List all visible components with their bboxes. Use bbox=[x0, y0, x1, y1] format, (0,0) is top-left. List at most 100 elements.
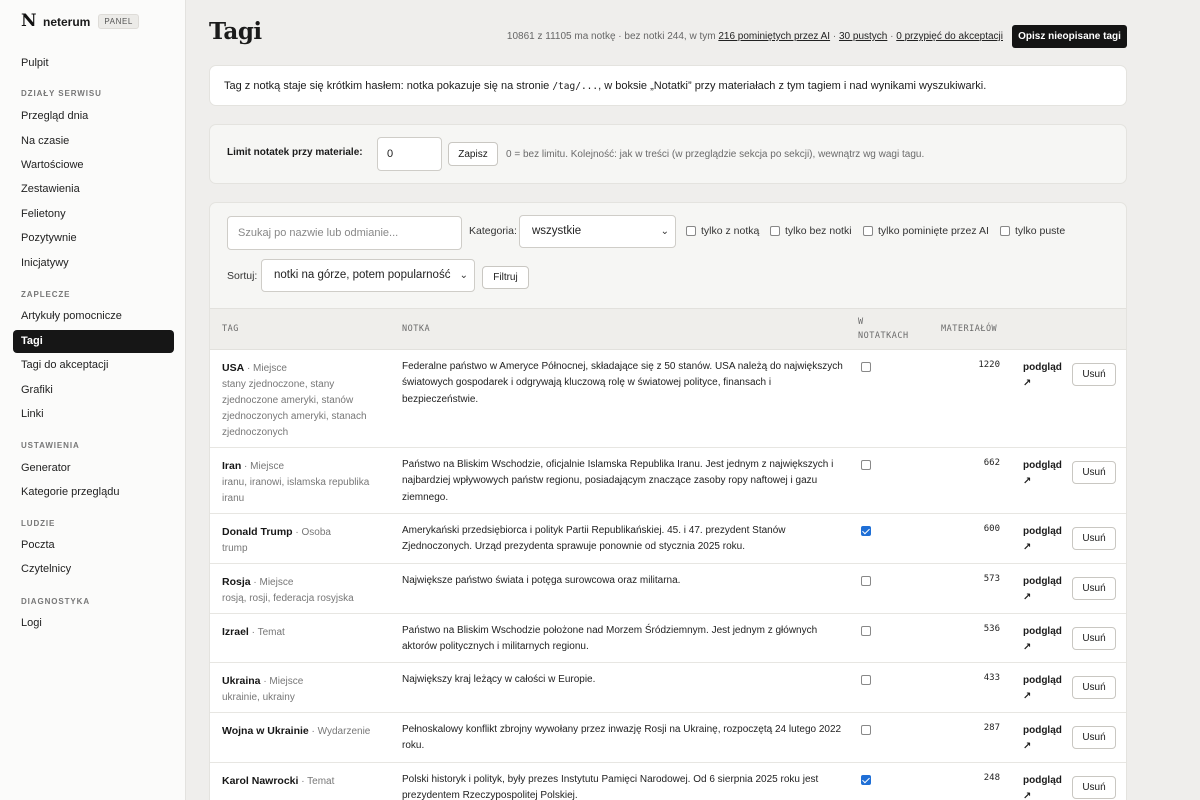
preview-link[interactable]: podgląd ↗ bbox=[1023, 673, 1062, 705]
external-link-icon: ↗ bbox=[1023, 642, 1032, 653]
stats-pending-link[interactable]: 0 przypięć do akceptacji bbox=[896, 31, 1003, 42]
preview-link[interactable]: podgląd ↗ bbox=[1023, 574, 1062, 606]
logo-icon: N bbox=[21, 11, 37, 31]
only-empty-checkbox[interactable] bbox=[1000, 226, 1010, 236]
preview-label: podgląd bbox=[1023, 576, 1062, 587]
delete-button[interactable]: Usuń bbox=[1072, 461, 1116, 484]
preview-link[interactable]: podgląd ↗ bbox=[1023, 458, 1062, 490]
tag-name[interactable]: Rosja bbox=[222, 576, 251, 588]
search-input[interactable]: Szukaj po nazwie lub odmianie... bbox=[227, 216, 462, 250]
tag-type: · Temat bbox=[301, 776, 335, 787]
in-notes-checkbox[interactable] bbox=[861, 725, 871, 735]
preview-link[interactable]: podgląd ↗ bbox=[1023, 624, 1062, 656]
panel-badge: PANEL bbox=[98, 14, 139, 29]
delete-button[interactable]: Usuń bbox=[1072, 627, 1116, 650]
category-select-value: wszystkie bbox=[532, 225, 582, 237]
nav-item-przeglad-dnia[interactable]: Przegląd dnia bbox=[13, 105, 174, 128]
stats-skipped-link[interactable]: 216 pominiętych przez AI bbox=[718, 31, 830, 42]
limit-save-button[interactable]: Zapisz bbox=[448, 142, 498, 166]
in-notes-checkbox[interactable] bbox=[861, 775, 871, 785]
tag-cell: Rosja · Miejsce rosją, rosji, federacja r… bbox=[222, 574, 377, 607]
filter-button[interactable]: Filtruj bbox=[482, 266, 529, 289]
stats-separator: · bbox=[890, 31, 894, 42]
tag-type: · Miejsce bbox=[263, 676, 304, 687]
in-notes-checkbox[interactable] bbox=[861, 675, 871, 685]
nav-item-generator[interactable]: Generator bbox=[13, 457, 174, 480]
brand[interactable]: N neterum PANEL bbox=[21, 13, 139, 30]
header-in-notes-2: NOTATKACH bbox=[858, 331, 909, 341]
nav-item-felietony[interactable]: Felietony bbox=[13, 203, 174, 226]
external-link-icon: ↗ bbox=[1023, 741, 1032, 752]
tag-name[interactable]: Ukraina bbox=[222, 675, 261, 687]
tag-name[interactable]: Wojna w Ukrainie bbox=[222, 725, 309, 737]
nav-item-poczta[interactable]: Poczta bbox=[13, 534, 174, 557]
sort-select-value: notki na górze, potem popularność bbox=[274, 269, 451, 281]
materials-count: 662 bbox=[983, 458, 1000, 468]
delete-button[interactable]: Usuń bbox=[1072, 527, 1116, 550]
materials-count: 536 bbox=[983, 624, 1000, 634]
in-notes-checkbox[interactable] bbox=[861, 626, 871, 636]
delete-button[interactable]: Usuń bbox=[1072, 676, 1116, 699]
tag-variants: stany zjednoczone, stany zjednoczone ame… bbox=[222, 379, 367, 438]
tag-name[interactable]: Iran bbox=[222, 460, 241, 472]
nav-item-wartosciowe[interactable]: Wartościowe bbox=[13, 154, 174, 177]
nav-item-inicjatywy[interactable]: Inicjatywy bbox=[13, 252, 174, 275]
tag-cell: Karol Nawrocki · Temat bbox=[222, 773, 377, 790]
nav-item-logi[interactable]: Logi bbox=[13, 612, 174, 635]
tag-name[interactable]: Donald Trump bbox=[222, 526, 293, 538]
preview-link[interactable]: podgląd ↗ bbox=[1023, 723, 1062, 755]
category-select[interactable]: wszystkie ⌄ bbox=[519, 215, 676, 248]
tag-cell: Donald Trump · Osoba trump bbox=[222, 524, 377, 557]
tag-cell: USA · Miejsce stany zjednoczone, stany zj… bbox=[222, 360, 377, 441]
only-with-note-checkbox[interactable] bbox=[686, 226, 696, 236]
info-card: Tag z notką staje się krótkim hasłem: no… bbox=[209, 65, 1127, 106]
tag-cell: Wojna w Ukrainie · Wydarzenie bbox=[222, 723, 377, 740]
tag-note: Państwo na Bliskim Wschodzie położone na… bbox=[402, 625, 818, 653]
limit-input[interactable]: 0 bbox=[377, 137, 442, 171]
only-skipped-ai-checkbox[interactable] bbox=[863, 226, 873, 236]
tag-variants: rosją, rosji, federacja rosyjska bbox=[222, 593, 354, 604]
table-row: Wojna w Ukrainie · Wydarzenie Pełnoskalow… bbox=[210, 713, 1126, 763]
preview-label: podgląd bbox=[1023, 775, 1062, 786]
delete-button[interactable]: Usuń bbox=[1072, 776, 1116, 799]
delete-button[interactable]: Usuń bbox=[1072, 577, 1116, 600]
table-row: USA · Miejsce stany zjednoczone, stany zj… bbox=[210, 350, 1126, 448]
nav-item-pulpit[interactable]: Pulpit bbox=[13, 52, 174, 75]
nav-item-linki[interactable]: Linki bbox=[13, 403, 174, 426]
tag-name[interactable]: USA bbox=[222, 362, 244, 374]
only-without-note-checkbox[interactable] bbox=[770, 226, 780, 236]
nav-item-czytelnicy[interactable]: Czytelnicy bbox=[13, 558, 174, 581]
tag-name[interactable]: Karol Nawrocki bbox=[222, 775, 298, 787]
materials-count: 248 bbox=[983, 773, 1000, 783]
stats-empty-link[interactable]: 30 pustych bbox=[839, 31, 887, 42]
tag-stats: 10861 z 11105 ma notkę · bez notki 244, … bbox=[507, 31, 1003, 42]
nav-item-na-czasie[interactable]: Na czasie bbox=[13, 130, 174, 153]
materials-count: 573 bbox=[983, 574, 1000, 584]
delete-button[interactable]: Usuń bbox=[1072, 726, 1116, 749]
sort-select[interactable]: notki na górze, potem popularność ⌄ bbox=[261, 259, 475, 292]
preview-link[interactable]: podgląd ↗ bbox=[1023, 773, 1062, 800]
tag-note: Pełnoskalowy konflikt zbrojny wywołany p… bbox=[402, 724, 842, 752]
in-notes-checkbox[interactable] bbox=[861, 460, 871, 470]
preview-link[interactable]: podgląd ↗ bbox=[1023, 524, 1062, 556]
delete-button[interactable]: Usuń bbox=[1072, 363, 1116, 386]
tag-note: Państwo na Bliskim Wschodzie, oficjalnie… bbox=[402, 459, 834, 503]
nav-item-tagi-do-akceptacji[interactable]: Tagi do akceptacji bbox=[13, 354, 174, 377]
page-title: Tagi bbox=[209, 18, 262, 45]
nav-item-kategorie-przegladu[interactable]: Kategorie przeglądu bbox=[13, 481, 174, 504]
tag-note: Największe państwo świata i potęga surow… bbox=[402, 575, 681, 586]
in-notes-checkbox[interactable] bbox=[861, 576, 871, 586]
nav-item-tagi[interactable]: Tagi bbox=[13, 330, 174, 353]
preview-link[interactable]: podgląd ↗ bbox=[1023, 360, 1062, 392]
nav-item-grafiki[interactable]: Grafiki bbox=[13, 379, 174, 402]
describe-untagged-button[interactable]: Opisz nieopisane tagi bbox=[1012, 25, 1127, 48]
nav-item-pozytywnie[interactable]: Pozytywnie bbox=[13, 227, 174, 250]
tag-name[interactable]: Izrael bbox=[222, 626, 249, 638]
nav-item-artykuly-pomocnicze[interactable]: Artykuły pomocnicze bbox=[13, 305, 174, 328]
info-code: /tag/... bbox=[552, 81, 599, 92]
preview-label: podgląd bbox=[1023, 725, 1062, 736]
nav-section-zaplecze: ZAPLECZE bbox=[21, 290, 71, 299]
in-notes-checkbox[interactable] bbox=[861, 362, 871, 372]
nav-item-zestawienia[interactable]: Zestawienia bbox=[13, 178, 174, 201]
in-notes-checkbox[interactable] bbox=[861, 526, 871, 536]
